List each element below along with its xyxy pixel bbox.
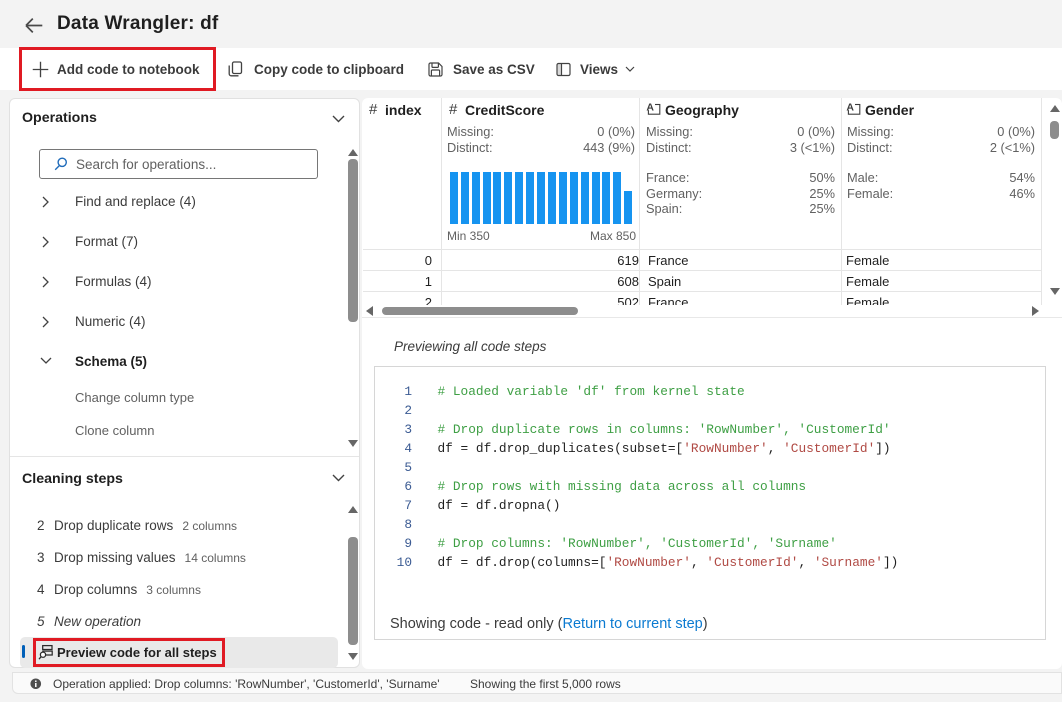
svg-text:A: A [646, 101, 654, 113]
svg-text:A: A [846, 101, 854, 113]
